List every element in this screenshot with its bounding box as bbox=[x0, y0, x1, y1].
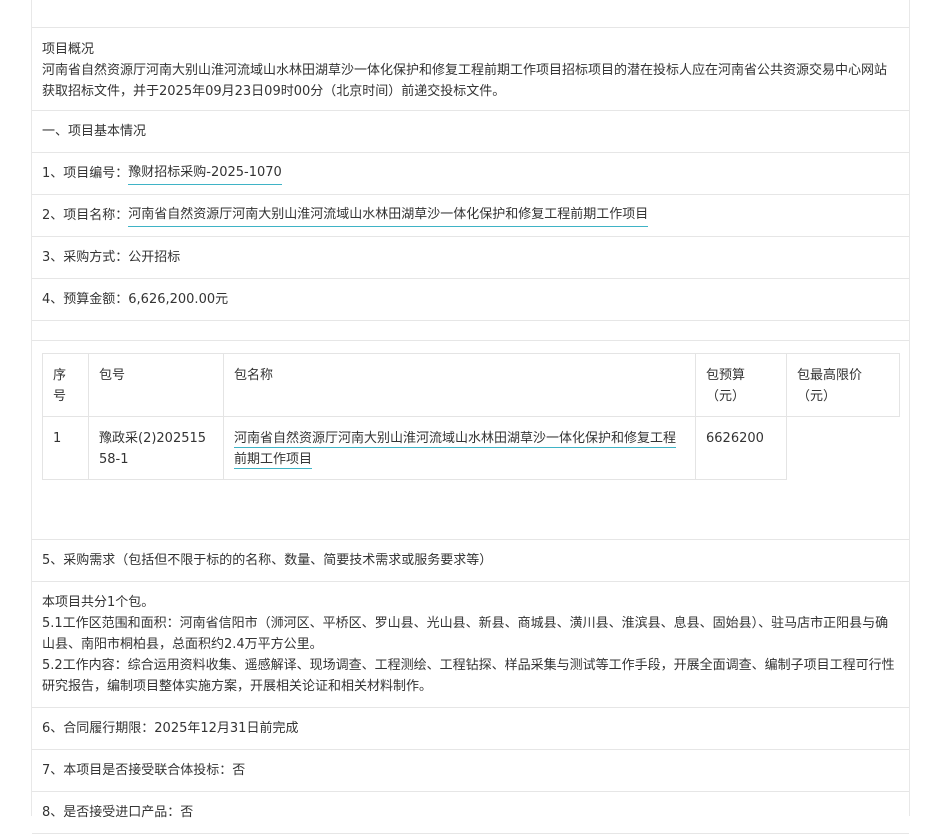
cell-seq: 1 bbox=[42, 416, 89, 480]
package-name-link[interactable]: 河南省自然资源厅河南大别山淮河流域山水林田湖草沙一体化保护和修复工程前期工作项目 bbox=[234, 431, 677, 469]
project-name-row: 2、项目名称： 河南省自然资源厅河南大别山淮河流域山水林田湖草沙一体化保护和修复工… bbox=[32, 195, 909, 237]
section5-line1: 本项目共分1个包。 bbox=[42, 595, 155, 610]
project-name-link[interactable]: 河南省自然资源厅河南大别山淮河流域山水林田湖草沙一体化保护和修复工程前期工作项目 bbox=[128, 204, 649, 227]
contract-period-row: 6、合同履行期限：2025年12月31日前完成 bbox=[32, 708, 909, 750]
overview-heading: 项目概况 bbox=[42, 42, 95, 57]
section5-content: 本项目共分1个包。 5.1工作区范围和面积：河南省信阳市（浉河区、平桥区、罗山县… bbox=[32, 582, 909, 708]
header-seq: 序号 bbox=[42, 353, 89, 417]
project-number-label: 1、项目编号： bbox=[42, 166, 129, 181]
project-number-row: 1、项目编号： 豫财招标采购-2025-1070 bbox=[32, 153, 909, 195]
budget-text: 4、预算金额：6,626,200.00元 bbox=[42, 292, 229, 307]
section5-line3: 5.2工作内容：综合运用资料收集、遥感解译、现场调查、工程测绘、工程钻探、样品采… bbox=[42, 658, 895, 694]
cell-max-price bbox=[787, 417, 900, 480]
procurement-method-text: 3、采购方式：公开招标 bbox=[42, 250, 181, 265]
overview-section: 项目概况 河南省自然资源厅河南大别山淮河流域山水林田湖草沙一体化保护和修复工程前… bbox=[32, 28, 909, 111]
contract-period-text: 6、合同履行期限：2025年12月31日前完成 bbox=[42, 721, 299, 736]
procurement-method-row: 3、采购方式：公开招标 bbox=[32, 237, 909, 279]
header-pkg-no: 包号 bbox=[88, 353, 224, 417]
import-products-row: 8、是否接受进口产品：否 bbox=[32, 792, 909, 834]
project-name-label: 2、项目名称： bbox=[42, 208, 129, 223]
header-max-price: 包最高限价（元） bbox=[786, 353, 900, 417]
section5-title: 5、采购需求（包括但不限于标的的名称、数量、简要技术需求或服务要求等） bbox=[32, 540, 909, 582]
section1-title: 一、项目基本情况 bbox=[32, 111, 909, 153]
table-row: 1 豫政采(2)20251558-1 河南省自然资源厅河南大别山淮河流域山水林田… bbox=[42, 416, 900, 480]
package-table: 序号 包号 包名称 包预算（元） 包最高限价（元） 1 豫政采(2)202515… bbox=[42, 353, 900, 480]
section1-title-text: 一、项目基本情况 bbox=[42, 124, 147, 139]
header-pkg-name: 包名称 bbox=[223, 353, 696, 417]
blank-row bbox=[32, 321, 909, 341]
cell-budget: 6626200 bbox=[695, 416, 787, 480]
consortium-text: 7、本项目是否接受联合体投标：否 bbox=[42, 763, 246, 778]
cell-pkg-name: 河南省自然资源厅河南大别山淮河流域山水林田湖草沙一体化保护和修复工程前期工作项目 bbox=[223, 416, 696, 480]
import-products-text: 8、是否接受进口产品：否 bbox=[42, 805, 194, 820]
section5-title-text: 5、采购需求（包括但不限于标的的名称、数量、简要技术需求或服务要求等） bbox=[42, 553, 493, 568]
header-budget: 包预算（元） bbox=[695, 353, 787, 417]
project-number-link[interactable]: 豫财招标采购-2025-1070 bbox=[128, 162, 282, 185]
section5-line2: 5.1工作区范围和面积：河南省信阳市（浉河区、平桥区、罗山县、光山县、新县、商城… bbox=[42, 616, 889, 652]
overview-text: 河南省自然资源厅河南大别山淮河流域山水林田湖草沙一体化保护和修复工程前期工作项目… bbox=[42, 63, 888, 99]
announcement-page: 项目概况 河南省自然资源厅河南大别山淮河流域山水林田湖草沙一体化保护和修复工程前… bbox=[31, 0, 910, 834]
cell-pkg-no: 豫政采(2)20251558-1 bbox=[88, 416, 224, 480]
budget-row: 4、预算金额：6,626,200.00元 bbox=[32, 279, 909, 321]
top-blank-row bbox=[32, 0, 909, 28]
table-header-row: 序号 包号 包名称 包预算（元） 包最高限价（元） bbox=[42, 353, 900, 417]
consortium-row: 7、本项目是否接受联合体投标：否 bbox=[32, 750, 909, 792]
